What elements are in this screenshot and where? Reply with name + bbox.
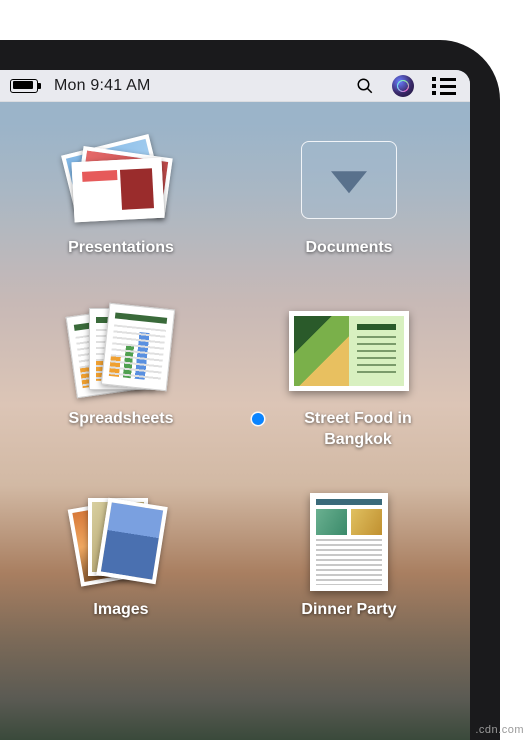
spreadsheets-icon <box>61 301 181 401</box>
document-thumbnail-icon <box>289 301 409 401</box>
battery-icon[interactable] <box>10 79 38 93</box>
stack-label: Presentations <box>68 238 174 259</box>
stack-street-food-in-bangkok[interactable]: Street Food in Bangkok <box>252 301 446 451</box>
desktop-stacks-grid: Presentations Documents <box>0 130 470 621</box>
device-frame: Mon 9:41 AM <box>0 40 500 740</box>
stack-images[interactable]: Images <box>24 492 218 621</box>
spotlight-search-icon[interactable] <box>356 77 374 95</box>
stack-label: Images <box>93 600 148 621</box>
stack-documents[interactable]: Documents <box>252 130 446 259</box>
document-thumbnail-icon <box>289 492 409 592</box>
images-icon <box>61 492 181 592</box>
stack-presentations[interactable]: Presentations <box>24 130 218 259</box>
menu-bar: Mon 9:41 AM <box>0 70 470 102</box>
desktop-screen: Mon 9:41 AM <box>0 70 470 740</box>
stack-spreadsheets[interactable]: Spreadsheets <box>24 301 218 451</box>
stack-label: Street Food in Bangkok <box>270 409 446 451</box>
watermark-text: .cdn.com <box>475 724 524 736</box>
stack-label: Spreadsheets <box>69 409 174 430</box>
notification-center-icon[interactable] <box>432 76 456 95</box>
finder-tag-blue-icon <box>252 413 264 425</box>
stack-label: Documents <box>305 238 392 259</box>
menubar-clock[interactable]: Mon 9:41 AM <box>54 77 150 95</box>
stack-dinner-party[interactable]: Dinner Party <box>252 492 446 621</box>
documents-folder-icon <box>289 130 409 230</box>
stack-label: Dinner Party <box>301 600 396 621</box>
siri-icon[interactable] <box>392 75 414 97</box>
presentations-icon <box>61 130 181 230</box>
